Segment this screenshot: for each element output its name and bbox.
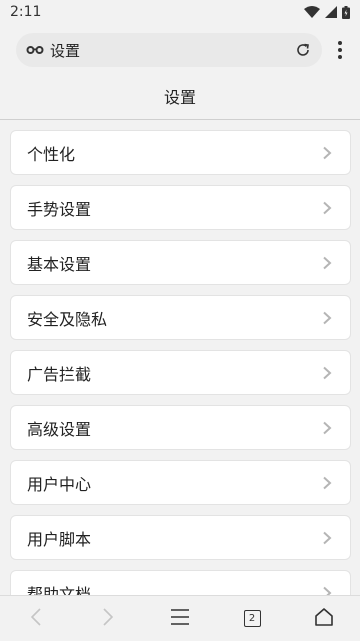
address-bar[interactable]: 设置 bbox=[16, 33, 322, 67]
chevron-left-icon bbox=[30, 607, 42, 630]
chevron-right-icon bbox=[322, 366, 334, 380]
chevron-right-icon bbox=[322, 421, 334, 435]
chevron-right-icon bbox=[322, 531, 334, 545]
settings-item-user-scripts[interactable]: 用户脚本 bbox=[10, 515, 351, 560]
settings-item-ad-block[interactable]: 广告拦截 bbox=[10, 350, 351, 395]
reload-icon[interactable] bbox=[294, 41, 312, 59]
settings-item-label: 安全及隐私 bbox=[27, 309, 108, 329]
chevron-right-icon bbox=[322, 146, 334, 160]
settings-content[interactable]: 个性化 手势设置 基本设置 安全及隐私 广告拦截 高级设置 用户中心 用户脚本 bbox=[0, 121, 360, 595]
settings-item-label: 基本设置 bbox=[27, 254, 92, 274]
status-bar: 2:11 bbox=[0, 0, 360, 24]
settings-item-label: 用户脚本 bbox=[27, 529, 92, 549]
chevron-right-icon bbox=[102, 607, 114, 630]
chevron-right-icon bbox=[322, 311, 334, 325]
wifi-icon bbox=[304, 6, 320, 18]
address-text[interactable]: 设置 bbox=[50, 40, 80, 61]
page-title: 设置 bbox=[163, 87, 196, 107]
battery-icon bbox=[342, 5, 350, 19]
chevron-right-icon bbox=[322, 256, 334, 270]
hamburger-menu-icon bbox=[171, 608, 189, 629]
settings-item-label: 广告拦截 bbox=[27, 364, 92, 384]
home-button[interactable] bbox=[304, 599, 344, 639]
settings-item-security-privacy[interactable]: 安全及隐私 bbox=[10, 295, 351, 340]
tabs-button[interactable]: 2 bbox=[232, 599, 272, 639]
chevron-right-icon bbox=[322, 201, 334, 215]
settings-item-personalization[interactable]: 个性化 bbox=[10, 130, 351, 175]
forward-button[interactable] bbox=[88, 599, 128, 639]
chevron-right-icon bbox=[322, 476, 334, 490]
back-button[interactable] bbox=[16, 599, 56, 639]
settings-item-gestures[interactable]: 手势设置 bbox=[10, 185, 351, 230]
status-time: 2:11 bbox=[10, 4, 42, 20]
settings-item-label: 用户中心 bbox=[27, 474, 92, 494]
settings-list: 个性化 手势设置 基本设置 安全及隐私 广告拦截 高级设置 用户中心 用户脚本 bbox=[10, 130, 351, 595]
home-icon bbox=[314, 607, 334, 630]
signal-icon bbox=[325, 6, 337, 18]
settings-item-user-center[interactable]: 用户中心 bbox=[10, 460, 351, 505]
settings-item-label: 帮助文档 bbox=[27, 584, 92, 596]
settings-item-label: 手势设置 bbox=[27, 199, 92, 219]
bottom-toolbar: 2 bbox=[0, 595, 360, 641]
status-icons bbox=[304, 5, 350, 19]
incognito-glasses-icon bbox=[26, 44, 44, 56]
more-options-icon[interactable] bbox=[330, 39, 350, 61]
tab-count-badge: 2 bbox=[243, 610, 261, 627]
page-header: 设置 bbox=[0, 72, 360, 120]
settings-item-help-docs[interactable]: 帮助文档 bbox=[10, 570, 351, 595]
menu-button[interactable] bbox=[160, 599, 200, 639]
chevron-right-icon bbox=[322, 586, 334, 595]
settings-item-label: 个性化 bbox=[27, 144, 76, 164]
settings-item-label: 高级设置 bbox=[27, 419, 92, 439]
settings-item-basic[interactable]: 基本设置 bbox=[10, 240, 351, 285]
settings-item-advanced[interactable]: 高级设置 bbox=[10, 405, 351, 450]
